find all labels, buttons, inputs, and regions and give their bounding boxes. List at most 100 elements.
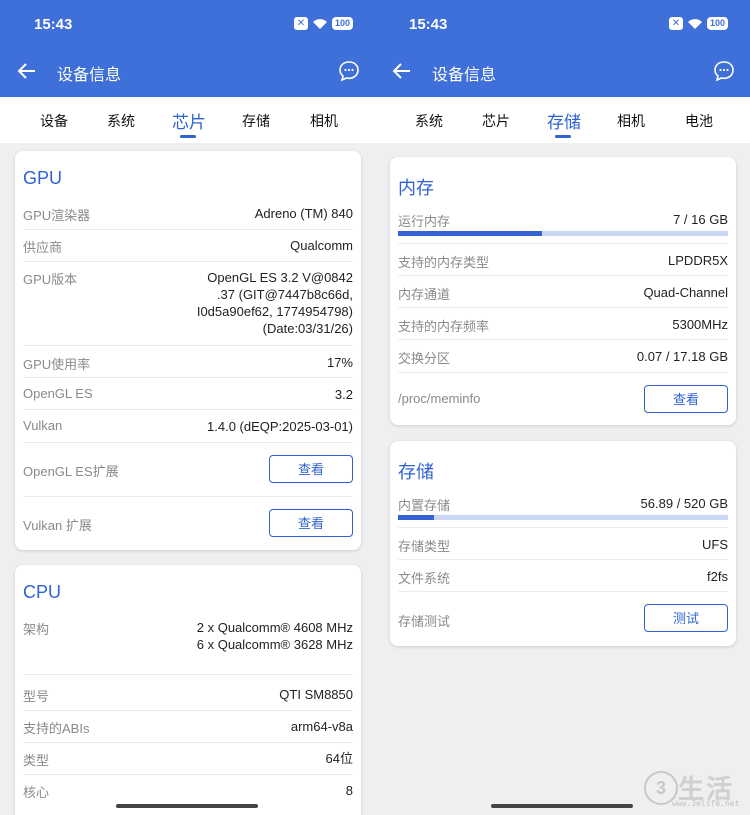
storage-usage-bar bbox=[398, 515, 728, 520]
gpu-version-line: (Date:03/31/26) bbox=[262, 321, 353, 336]
gpu-version-line: OpenGL ES 3.2 V@0842 bbox=[207, 270, 353, 285]
gpu-version-label: GPU版本 bbox=[23, 272, 78, 287]
tab-system[interactable]: 系统 bbox=[415, 111, 443, 131]
status-time: 15:43 bbox=[409, 16, 448, 33]
divider bbox=[23, 496, 353, 497]
divider bbox=[23, 261, 353, 262]
gpu-version-line: I0d5a90ef62, 1774954798) bbox=[196, 304, 353, 319]
page-title: 设备信息 bbox=[57, 67, 122, 84]
divider bbox=[398, 591, 728, 592]
cpu-arch-value: 2 x Qualcomm® 4608 MHz 6 x Qualcomm® 362… bbox=[197, 619, 353, 653]
gpu-renderer-value: Adreno (TM) 840 bbox=[254, 206, 353, 221]
right-screen: 15:43 ✕ 100 设备信息 系统 芯片 存储 相机 电池 内存 运行内存 … bbox=[375, 0, 750, 815]
battery-icon: 100 bbox=[331, 17, 353, 30]
mem-channel-label: 内存通道 bbox=[398, 287, 451, 302]
feedback-icon[interactable] bbox=[337, 59, 361, 83]
internal-storage-value: 56.89 / 520 GB bbox=[640, 496, 728, 511]
storage-card: 存储 内置存储 56.89 / 520 GB 存储类型 UFS 文件系统 f2f… bbox=[390, 441, 736, 646]
swap-label: 交换分区 bbox=[398, 351, 451, 366]
cpu-model-label: 型号 bbox=[23, 689, 50, 704]
cpu-title: CPU bbox=[23, 582, 62, 602]
left-screen: 15:43 ✕ 100 设备信息 设备 系统 芯片 存储 相机 GPU GPU渲… bbox=[0, 0, 375, 815]
divider bbox=[398, 243, 728, 244]
cpu-type-value: 64位 bbox=[325, 751, 353, 766]
cpu-arch-line: 2 x Qualcomm® 4608 MHz bbox=[196, 620, 353, 635]
storage-type-value: UFS bbox=[702, 537, 728, 552]
gpu-renderer-label: GPU渲染器 bbox=[23, 208, 91, 223]
home-indicator[interactable] bbox=[116, 804, 258, 808]
divider bbox=[23, 774, 353, 775]
tab-device[interactable]: 设备 bbox=[40, 111, 68, 131]
divider bbox=[398, 275, 728, 276]
cpu-arch-line: 6 x Qualcomm® 3628 MHz bbox=[196, 637, 353, 652]
meminfo-view-button[interactable]: 查看 bbox=[644, 385, 728, 413]
back-arrow-icon[interactable] bbox=[16, 60, 38, 82]
cpu-model-value: QTI SM8850 bbox=[279, 687, 353, 702]
tab-indicator bbox=[555, 135, 571, 138]
watermark-url: www.3elife.net bbox=[672, 799, 740, 808]
tab-camera[interactable]: 相机 bbox=[310, 111, 338, 131]
vulkan-label: Vulkan bbox=[23, 418, 63, 433]
divider bbox=[23, 442, 353, 443]
divider bbox=[398, 559, 728, 560]
opengl-ext-label: OpenGL ES扩展 bbox=[23, 464, 119, 479]
mem-channel-value: Quad-Channel bbox=[643, 285, 728, 300]
back-arrow-icon[interactable] bbox=[391, 60, 413, 82]
storage-type-label: 存储类型 bbox=[398, 539, 451, 554]
cpu-card: CPU 架构 2 x Qualcomm® 4608 MHz 6 x Qualco… bbox=[15, 565, 361, 815]
tab-bar: 设备 系统 芯片 存储 相机 bbox=[0, 97, 375, 143]
mem-type-label: 支持的内存类型 bbox=[398, 255, 490, 270]
notification-x-icon: ✕ bbox=[668, 17, 683, 30]
mem-freq-value: 5300MHz bbox=[672, 317, 728, 332]
filesystem-value: f2fs bbox=[707, 569, 728, 584]
divider bbox=[23, 345, 353, 346]
tab-chip[interactable]: 芯片 bbox=[172, 108, 206, 133]
storage-title: 存储 bbox=[398, 462, 434, 482]
status-icons: ✕ 100 bbox=[668, 17, 728, 30]
ram-value: 7 / 16 GB bbox=[673, 212, 728, 227]
opengl-value: 3.2 bbox=[334, 387, 353, 402]
opengl-label: OpenGL ES bbox=[23, 386, 93, 401]
app-header: 15:43 ✕ 100 设备信息 bbox=[375, 0, 750, 97]
tab-storage[interactable]: 存储 bbox=[547, 108, 581, 133]
filesystem-label: 文件系统 bbox=[398, 571, 451, 586]
storage-test-label: 存储测试 bbox=[398, 614, 451, 629]
cpu-type-label: 类型 bbox=[23, 753, 50, 768]
tab-battery[interactable]: 电池 bbox=[685, 111, 713, 131]
tab-chip[interactable]: 芯片 bbox=[482, 111, 510, 131]
ram-label: 运行内存 bbox=[398, 214, 451, 229]
swap-value: 0.07 / 17.18 GB bbox=[636, 349, 728, 364]
feedback-icon[interactable] bbox=[712, 59, 736, 83]
ram-usage-bar bbox=[398, 231, 728, 236]
vulkan-value: 1.4.0 (dEQP:2025-03-01) bbox=[207, 419, 353, 434]
ram-usage-fill bbox=[398, 231, 543, 236]
vulkan-ext-view-button[interactable]: 查看 bbox=[269, 509, 353, 537]
divider bbox=[23, 229, 353, 230]
divider bbox=[23, 710, 353, 711]
tab-system[interactable]: 系统 bbox=[107, 111, 135, 131]
gpu-vendor-value: Qualcomm bbox=[290, 238, 353, 253]
opengl-ext-view-button[interactable]: 查看 bbox=[269, 455, 353, 483]
storage-test-button[interactable]: 测试 bbox=[644, 604, 728, 632]
divider bbox=[23, 674, 353, 675]
wifi-icon bbox=[312, 18, 327, 29]
page-title: 设备信息 bbox=[432, 67, 497, 84]
battery-icon: 100 bbox=[706, 17, 728, 30]
gpu-usage-label: GPU使用率 bbox=[23, 357, 91, 372]
status-icons: ✕ 100 bbox=[293, 17, 353, 30]
meminfo-label: /proc/meminfo bbox=[398, 391, 481, 406]
divider bbox=[23, 742, 353, 743]
cpu-cores-value: 8 bbox=[345, 783, 353, 798]
tab-storage[interactable]: 存储 bbox=[242, 111, 270, 131]
memory-title: 内存 bbox=[398, 178, 434, 198]
memory-card: 内存 运行内存 7 / 16 GB 支持的内存类型 LPDDR5X 内存通道 Q… bbox=[390, 157, 736, 425]
cpu-arch-label: 架构 bbox=[23, 622, 50, 637]
divider bbox=[398, 372, 728, 373]
home-indicator[interactable] bbox=[491, 804, 633, 808]
gpu-usage-value: 17% bbox=[326, 355, 353, 370]
tab-camera[interactable]: 相机 bbox=[617, 111, 645, 131]
divider bbox=[398, 307, 728, 308]
gpu-card: GPU GPU渲染器 Adreno (TM) 840 供应商 Qualcomm … bbox=[15, 151, 361, 550]
internal-storage-label: 内置存储 bbox=[398, 498, 451, 513]
cpu-abis-label: 支持的ABIs bbox=[23, 721, 90, 736]
